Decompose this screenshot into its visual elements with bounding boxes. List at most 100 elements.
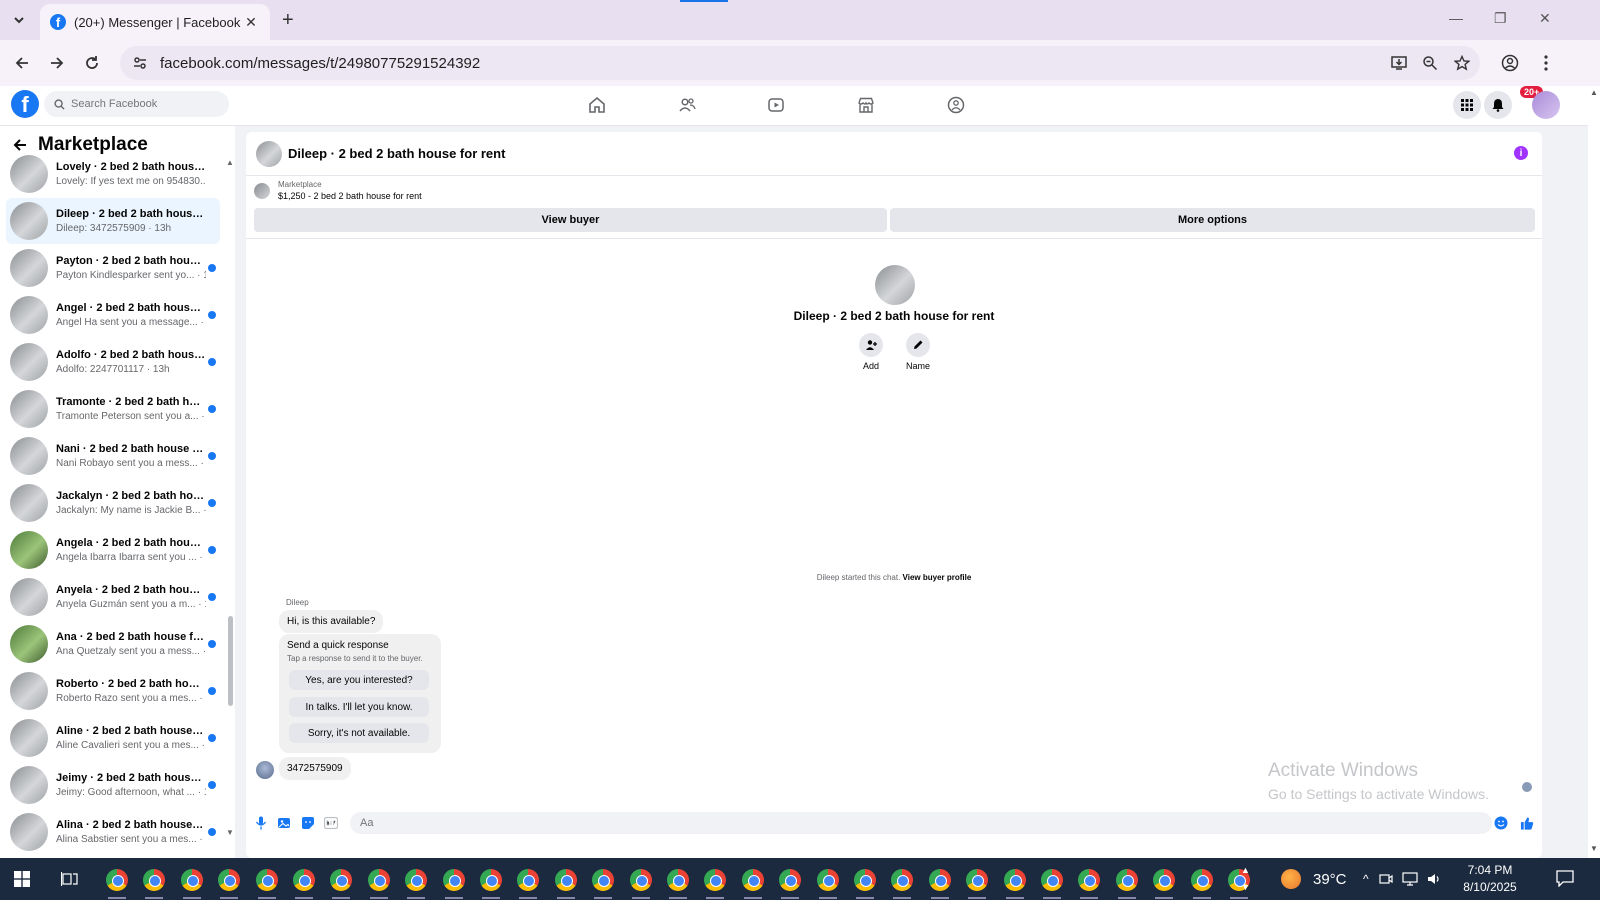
scroll-down-icon[interactable]: ▼: [1590, 844, 1598, 853]
view-buyer-profile-link[interactable]: View buyer profile: [903, 573, 972, 582]
view-buyer-button[interactable]: View buyer: [254, 208, 887, 232]
taskbar-browser-icon[interactable]: [180, 869, 203, 891]
facebook-logo-icon[interactable]: f: [11, 90, 39, 118]
notification-center-icon[interactable]: [1556, 870, 1574, 887]
taskbar-browser-icon[interactable]: [1153, 869, 1176, 891]
taskbar-browser-icon[interactable]: [816, 869, 839, 891]
taskbar-browser-icon[interactable]: [106, 869, 128, 891]
zoom-icon[interactable]: [1420, 53, 1440, 73]
taskbar-browser-icon[interactable]: [966, 869, 989, 891]
taskbar-browser-icon[interactable]: [629, 869, 652, 891]
conversation-item[interactable]: Ana · 2 bed 2 bath house for ... Ana Quet…: [6, 621, 220, 667]
photo-icon[interactable]: [277, 816, 291, 830]
weather-widget[interactable]: 39°C: [1281, 858, 1347, 900]
message-input[interactable]: [350, 812, 1492, 834]
network-icon[interactable]: [1402, 872, 1418, 886]
conversation-item[interactable]: Dileep · 2 bed 2 bath house for... Dileep…: [6, 198, 220, 244]
info-icon[interactable]: i: [1514, 146, 1528, 160]
conversation-item[interactable]: Nani · 2 bed 2 bath house for... Nani Rob…: [6, 433, 220, 479]
conversation-item[interactable]: Anyela · 2 bed 2 bath house f... Anyela G…: [6, 574, 220, 620]
taskbar-browser-icon[interactable]: [1115, 869, 1138, 891]
taskbar-browser-icon[interactable]: [554, 869, 577, 891]
back-button[interactable]: [12, 53, 32, 73]
task-view-icon[interactable]: [61, 871, 79, 887]
nav-marketplace[interactable]: [854, 94, 878, 116]
chat-title[interactable]: Dileep · 2 bed 2 bath house for rent: [288, 146, 505, 161]
taskbar-browser-icon[interactable]: [405, 869, 428, 891]
bookmark-star-icon[interactable]: [1452, 53, 1472, 73]
sticker-icon[interactable]: [301, 816, 315, 830]
camera-icon[interactable]: [1379, 873, 1393, 885]
taskbar-browser-icon[interactable]: [480, 869, 502, 891]
taskbar-browser-icon[interactable]: [330, 869, 353, 891]
system-clock[interactable]: 7:04 PM 8/10/2025: [1452, 862, 1528, 896]
taskbar-browser-icon[interactable]: [367, 869, 390, 891]
close-tab-icon[interactable]: ✕: [242, 14, 260, 31]
sidebar-scrollbar[interactable]: [228, 616, 233, 706]
browser-menu-icon[interactable]: [1536, 53, 1556, 73]
quick-reply-button[interactable]: Yes, are you interested?: [289, 670, 429, 690]
add-button[interactable]: Add: [851, 333, 891, 371]
conversation-item[interactable]: Jackalyn · 2 bed 2 bath house... Jackalyn…: [6, 480, 220, 526]
buyer-avatar[interactable]: [875, 265, 915, 305]
conversation-item[interactable]: Alina · 2 bed 2 bath house for... Alina S…: [6, 809, 220, 855]
taskbar-browser-icon[interactable]: [928, 869, 951, 891]
conversation-item[interactable]: Adolfo · 2 bed 2 bath house f... Adolfo: …: [6, 339, 220, 385]
conversation-item[interactable]: Aline · 2 bed 2 bath house for... Aline C…: [6, 715, 220, 761]
notifications-button[interactable]: [1484, 91, 1512, 119]
conversation-item[interactable]: Lovely · 2 bed 2 bath house for... Lovely…: [6, 151, 220, 197]
page-scrollbar[interactable]: ▲ ▼: [1588, 86, 1600, 858]
site-settings-icon[interactable]: [132, 55, 148, 71]
microphone-icon[interactable]: [254, 816, 268, 830]
taskbar-browser-icon[interactable]: [293, 869, 315, 891]
forward-button[interactable]: [47, 53, 67, 73]
conversation-item[interactable]: Payton · 2 bed 2 bath house f... Payton K…: [6, 245, 220, 291]
conversation-item[interactable]: Tramonte · 2 bed 2 bath hous... Tramonte …: [6, 386, 220, 432]
search-input[interactable]: [71, 98, 211, 110]
browser-tab[interactable]: f (20+) Messenger | Facebook ✕: [40, 4, 270, 40]
address-bar[interactable]: facebook.com/messages/t/2498077529152439…: [120, 46, 1480, 80]
taskbar-browser-icon[interactable]: [1190, 869, 1213, 891]
profile-icon[interactable]: [1500, 53, 1520, 73]
chevron-up-icon[interactable]: ^: [1363, 872, 1369, 886]
volume-icon[interactable]: [1427, 872, 1441, 886]
taskbar-browser-icon[interactable]: [1078, 869, 1101, 891]
minimize-icon[interactable]: —: [1449, 10, 1463, 26]
taskbar-browser-icon[interactable]: [442, 869, 465, 891]
nav-groups[interactable]: [944, 94, 968, 116]
window-close-icon[interactable]: ✕: [1539, 10, 1551, 27]
taskbar-browser-icon[interactable]: [1003, 869, 1026, 891]
taskbar-browser-icon[interactable]: [704, 869, 727, 891]
taskbar-browser-icon[interactable]: [667, 869, 689, 891]
taskbar-browser-icon[interactable]: [218, 869, 241, 891]
scroll-down-icon[interactable]: ▼: [226, 828, 234, 837]
taskbar-browser-icon[interactable]: [779, 869, 802, 891]
nav-video[interactable]: [764, 94, 788, 116]
facebook-search[interactable]: [44, 91, 229, 117]
menu-button[interactable]: [1453, 91, 1481, 119]
taskbar-browser-icon[interactable]: [854, 869, 876, 891]
tab-search-button[interactable]: [6, 8, 32, 32]
name-button[interactable]: Name: [898, 333, 938, 371]
taskbar-browser-icon[interactable]: [1041, 869, 1063, 891]
thumbs-up-icon[interactable]: [1520, 816, 1534, 830]
taskbar-scroll-icon[interactable]: ▲ ▼: [1241, 862, 1250, 896]
taskbar-browser-icon[interactable]: [143, 869, 166, 891]
incoming-message[interactable]: 3472575909: [279, 757, 351, 780]
nav-friends[interactable]: [675, 94, 699, 116]
incoming-message[interactable]: Hi, is this available?: [279, 610, 384, 633]
gif-icon[interactable]: [324, 816, 338, 830]
install-app-icon[interactable]: [1389, 53, 1409, 73]
conversation-item[interactable]: Jeimy · 2 bed 2 bath house fo... Jeimy: G…: [6, 762, 220, 808]
nav-home[interactable]: [585, 94, 609, 116]
quick-reply-button[interactable]: In talks. I'll let you know.: [289, 697, 429, 717]
url-text[interactable]: facebook.com/messages/t/2498077529152439…: [160, 55, 480, 72]
taskbar-browser-icon[interactable]: [891, 869, 914, 891]
chat-avatar[interactable]: [256, 140, 282, 167]
scroll-up-icon[interactable]: ▲: [226, 158, 234, 167]
taskbar-browser-icon[interactable]: [255, 869, 278, 891]
conversation-item[interactable]: Roberto · 2 bed 2 bath house... Roberto R…: [6, 668, 220, 714]
sender-avatar[interactable]: [256, 761, 274, 779]
windows-start-icon[interactable]: [14, 871, 30, 887]
taskbar-browser-icon[interactable]: [517, 869, 540, 891]
